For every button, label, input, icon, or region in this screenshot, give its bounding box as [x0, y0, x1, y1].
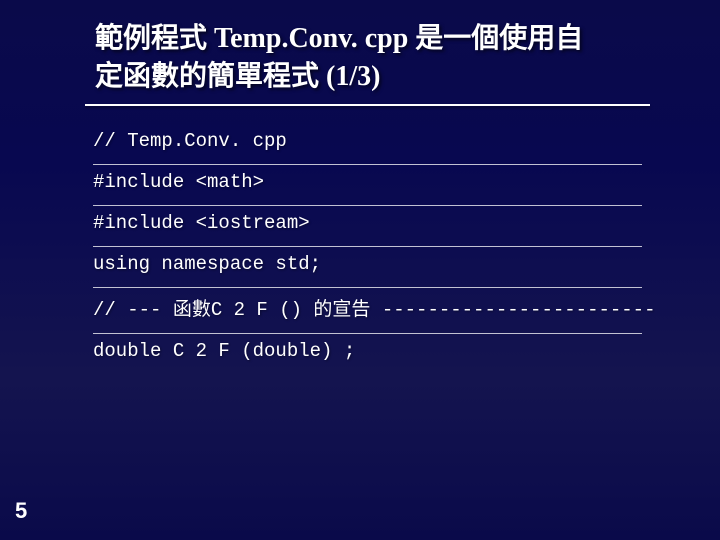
- title-text-3: 定函數的簡單程式: [95, 61, 326, 92]
- code-line: using namespace std;: [93, 247, 642, 288]
- title-underline: [85, 104, 650, 106]
- title-text-2: 是一個使用自: [415, 23, 583, 54]
- code-line: #include <iostream>: [93, 206, 642, 247]
- code-line: // Temp.Conv. cpp: [93, 124, 642, 165]
- code-line: #include <math>: [93, 165, 642, 206]
- code-line: // --- 函數C 2 F () 的宣告 ------------------…: [93, 288, 642, 334]
- slide-content: 範例程式 Temp.Conv. cpp 是一個使用自 定函數的簡單程式 (1/3…: [0, 0, 720, 394]
- slide-title: 範例程式 Temp.Conv. cpp 是一個使用自 定函數的簡單程式 (1/3…: [95, 20, 640, 96]
- page-number: 5: [15, 498, 27, 524]
- title-roman-2: (1/3): [326, 61, 380, 92]
- title-roman-1: Temp.Conv. cpp: [214, 23, 415, 54]
- code-line: double C 2 F (double) ;: [93, 334, 642, 374]
- title-text-1: 範例程式: [95, 23, 214, 54]
